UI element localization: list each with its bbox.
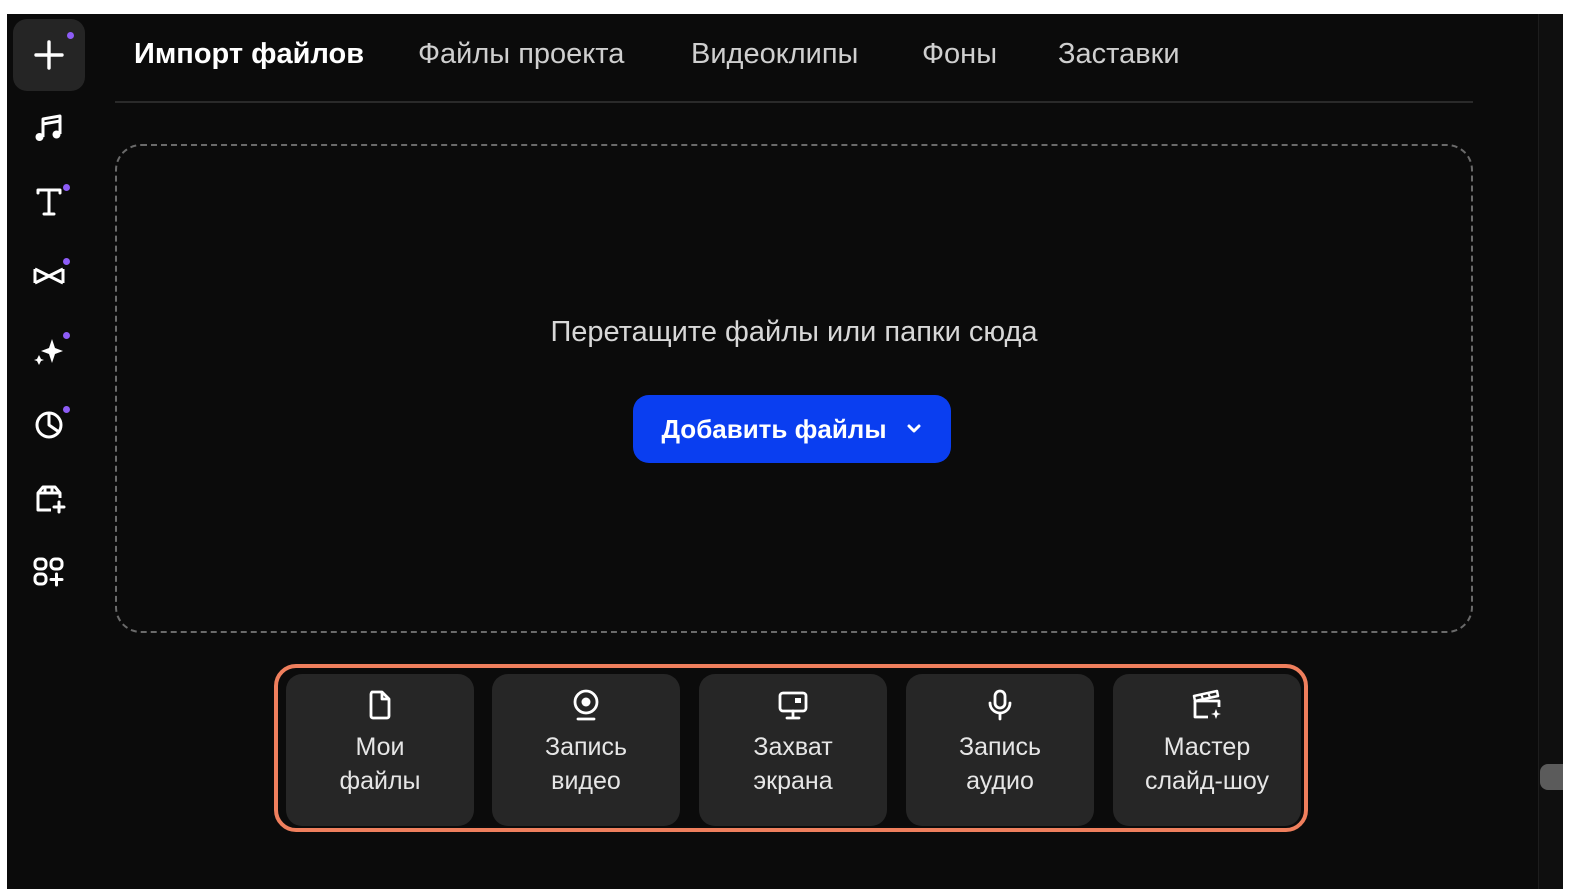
- drop-zone-hint: Перетащите файлы или папки сюда: [550, 316, 1038, 348]
- notification-dot: [63, 332, 70, 339]
- card-label: Запись аудио: [958, 733, 1042, 795]
- drop-zone[interactable]: Перетащите файлы или папки сюда Добавить…: [115, 144, 1473, 633]
- tab-bar: Импорт файлов Файлы проекта Видеоклипы Ф…: [115, 14, 1473, 103]
- tab-import-files[interactable]: Импорт файлов: [134, 38, 364, 71]
- chevron-down-icon: [907, 424, 921, 433]
- sidebar-item-effects[interactable]: [13, 314, 85, 386]
- sidebar-item-stickers[interactable]: [13, 388, 85, 460]
- screen-icon: [778, 691, 808, 720]
- sidebar-item-music[interactable]: [13, 92, 85, 164]
- card-label: Запись видео: [544, 733, 628, 795]
- scrollbar-thumb[interactable]: [1540, 764, 1563, 790]
- tab-project-files[interactable]: Файлы проекта: [418, 38, 624, 71]
- file-icon: [369, 690, 391, 720]
- my-files-button[interactable]: Мои файлы: [286, 674, 474, 826]
- sidebar-item-transitions[interactable]: [13, 240, 85, 312]
- plus-icon: [34, 40, 64, 70]
- sidebar-item-text[interactable]: [13, 166, 85, 238]
- slideshow-wizard-button[interactable]: Мастер слайд-шоу: [1113, 674, 1301, 826]
- tab-video-clips[interactable]: Видеоклипы: [691, 38, 858, 71]
- package-add-icon: [36, 485, 66, 514]
- card-label: Мастер слайд-шоу: [1144, 733, 1270, 795]
- notification-dot: [63, 406, 70, 413]
- card-label: Мои файлы: [339, 733, 421, 795]
- scrollbar-track[interactable]: [1538, 14, 1563, 889]
- add-files-button[interactable]: Добавить файлы: [633, 395, 951, 463]
- microphone-icon: [988, 689, 1012, 721]
- notification-dot: [63, 258, 70, 265]
- music-icon: [35, 114, 62, 141]
- clapperboard-icon: [1192, 689, 1221, 719]
- tab-intros[interactable]: Заставки: [1058, 38, 1180, 71]
- webcam-icon: [573, 689, 599, 721]
- notification-dot: [67, 32, 74, 39]
- screen-capture-button[interactable]: Захват экрана: [699, 674, 887, 826]
- tab-backgrounds[interactable]: Фоны: [922, 38, 997, 71]
- notification-dot: [63, 184, 70, 191]
- sidebar-item-elements[interactable]: [13, 462, 85, 534]
- add-files-label: Добавить файлы: [661, 413, 887, 444]
- record-video-button[interactable]: Запись видео: [492, 674, 680, 826]
- import-panel: Импорт файлов Файлы проекта Видеоклипы Ф…: [7, 14, 1563, 889]
- sidebar-item-import[interactable]: [13, 19, 85, 91]
- sidebar: [7, 14, 97, 889]
- card-label: Захват экрана: [753, 733, 833, 795]
- record-audio-button[interactable]: Запись аудио: [906, 674, 1094, 826]
- apps-add-icon: [33, 557, 64, 587]
- sidebar-item-more[interactable]: [13, 536, 85, 608]
